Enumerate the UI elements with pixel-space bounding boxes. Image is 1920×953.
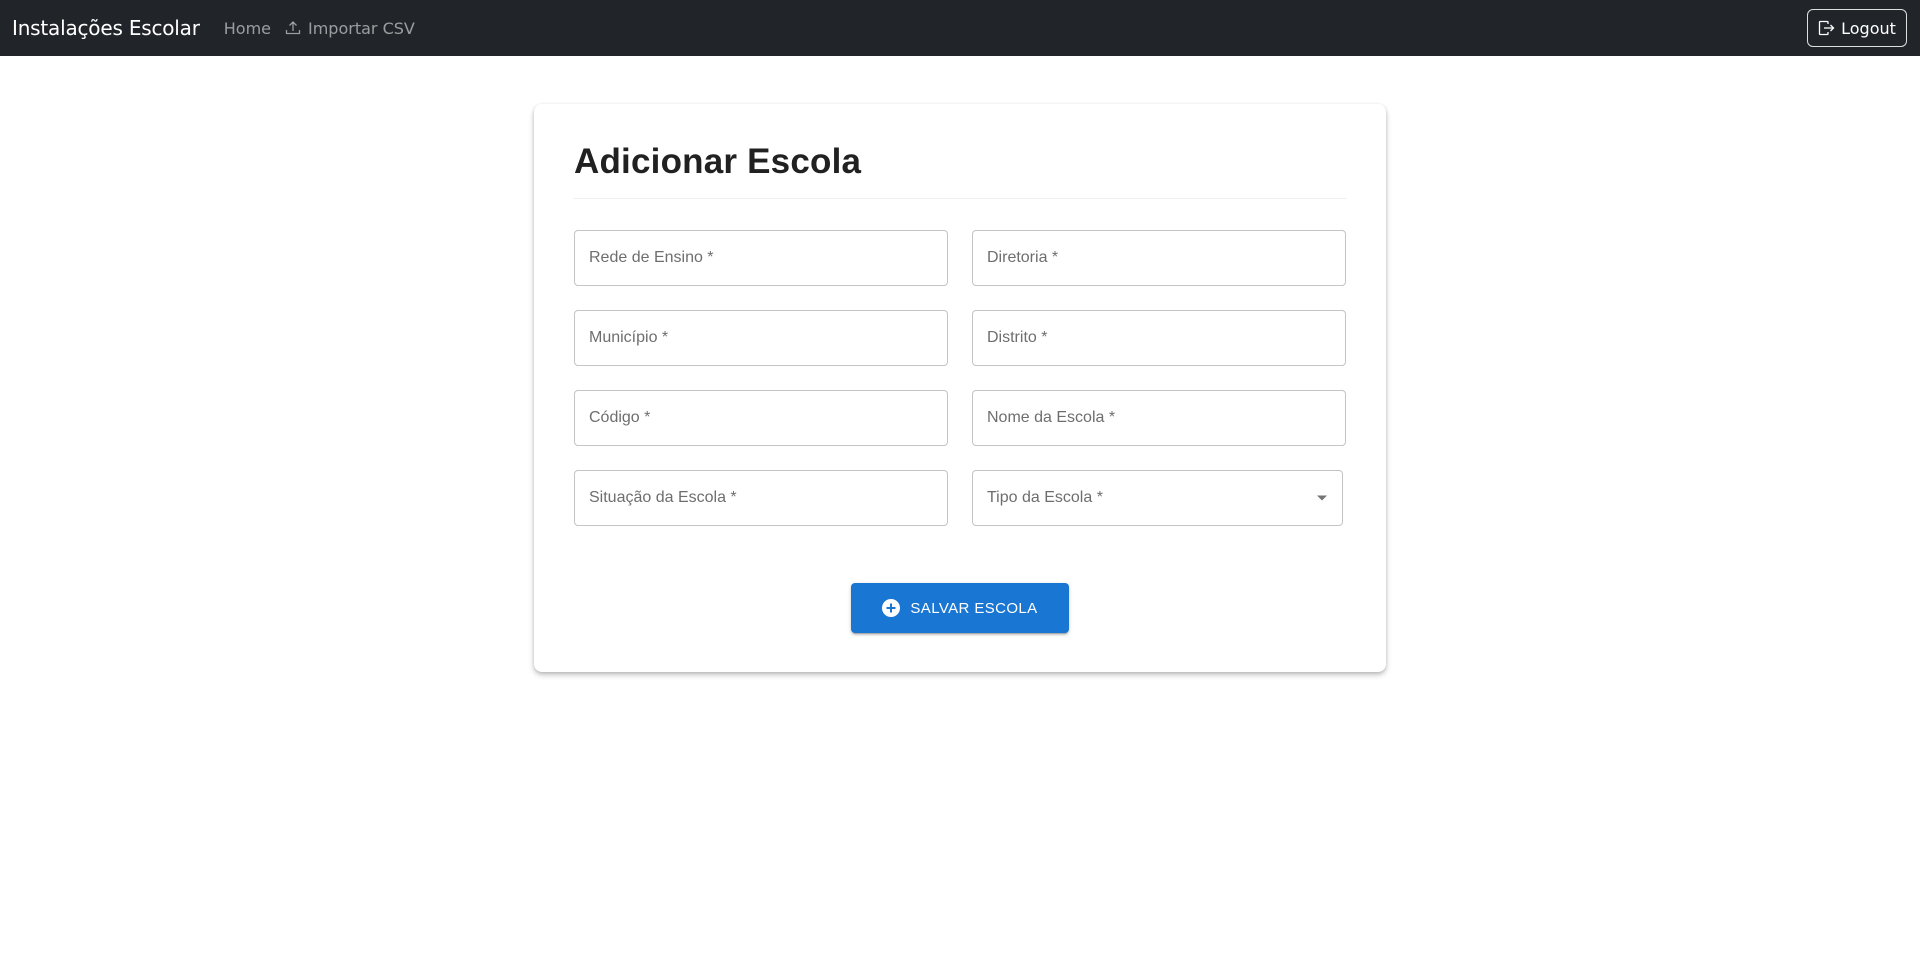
page-title: Adicionar Escola (574, 142, 862, 181)
codigo-input[interactable] (575, 391, 947, 445)
diretoria-field (972, 230, 1346, 286)
upload-icon (285, 21, 301, 35)
caret-down-icon (1317, 495, 1327, 501)
diretoria-input[interactable] (973, 231, 1345, 285)
distrito-field (972, 310, 1346, 366)
nav-import-csv-label: Importar CSV (308, 18, 415, 38)
municipio-field (574, 310, 948, 366)
plus-circle-icon (882, 599, 901, 617)
codigo-field (574, 390, 948, 446)
add-school-card: Adicionar Escola Tipo da Escola * SALVAR… (534, 104, 1386, 672)
municipio-input[interactable] (575, 311, 947, 365)
logout-button[interactable]: Logout (1807, 9, 1907, 47)
title-divider (574, 198, 1346, 199)
logout-label: Logout (1841, 18, 1896, 38)
distrito-input[interactable] (973, 311, 1345, 365)
nome-da-escola-input[interactable] (973, 391, 1345, 445)
tipo-da-escola-select[interactable]: Tipo da Escola * (972, 470, 1343, 526)
nome-da-escola-field (972, 390, 1346, 446)
situacao-da-escola-input[interactable] (575, 471, 947, 525)
save-school-label: SALVAR ESCOLA (910, 599, 1038, 617)
situacao-da-escola-field (574, 470, 948, 526)
nav-home-link[interactable]: Home (224, 19, 271, 38)
rede-de-ensino-input[interactable] (575, 231, 947, 285)
brand-link[interactable]: Instalações Escolar (12, 16, 200, 40)
rede-de-ensino-field (574, 230, 948, 286)
logout-icon (1818, 20, 1835, 36)
nav-import-csv-link[interactable]: Importar CSV (285, 19, 415, 38)
save-school-button[interactable]: SALVAR ESCOLA (851, 583, 1069, 633)
tipo-da-escola-label: Tipo da Escola * (987, 489, 1103, 506)
top-navbar: Instalações Escolar Home Importar CSV Lo… (0, 0, 1920, 56)
